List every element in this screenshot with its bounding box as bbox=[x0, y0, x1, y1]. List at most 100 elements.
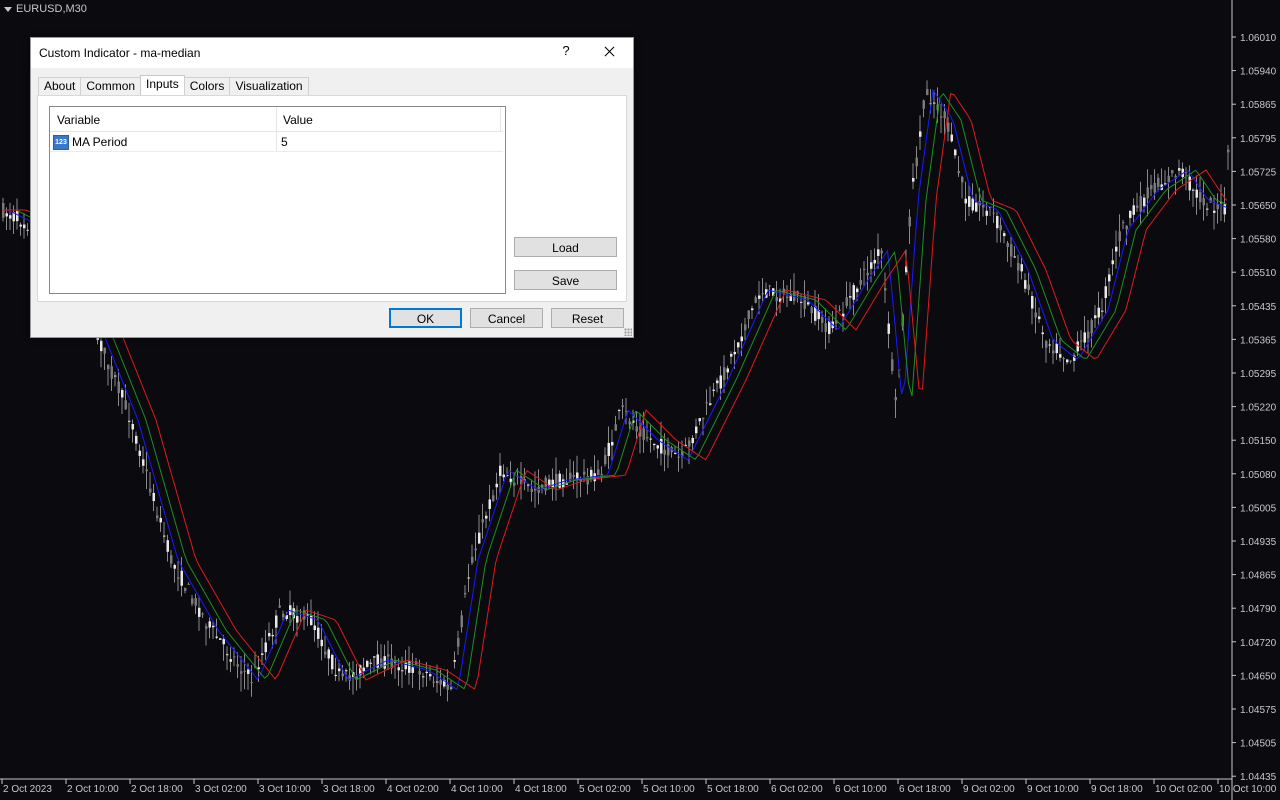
chart-symbol-label[interactable]: EURUSD,M30 bbox=[4, 3, 87, 15]
candle-body bbox=[268, 633, 271, 637]
candle-body bbox=[107, 364, 110, 370]
price-label: 1.05725 bbox=[1240, 167, 1277, 178]
candle-body bbox=[488, 499, 491, 509]
candle-body bbox=[1052, 350, 1055, 354]
candle-body bbox=[1013, 256, 1016, 258]
save-button[interactable]: Save bbox=[514, 270, 617, 290]
tab-about[interactable]: About bbox=[38, 77, 82, 95]
candle-body bbox=[1125, 225, 1128, 230]
candle-body bbox=[1020, 264, 1023, 272]
column-header-variable[interactable]: Variable bbox=[57, 113, 100, 127]
column-header-value[interactable]: Value bbox=[283, 113, 313, 127]
candle-body bbox=[653, 443, 656, 446]
candle-body bbox=[849, 296, 852, 298]
close-icon[interactable] bbox=[599, 42, 621, 62]
candle-body bbox=[758, 295, 761, 299]
candle-body bbox=[163, 535, 166, 537]
candle-body bbox=[656, 445, 659, 449]
candle-body bbox=[341, 673, 344, 677]
tab-common[interactable]: Common bbox=[80, 77, 142, 95]
candle-body bbox=[425, 671, 428, 674]
tab-inputs[interactable]: Inputs bbox=[140, 75, 185, 96]
candle-body bbox=[674, 453, 677, 455]
dialog-titlebar[interactable]: Custom Indicator - ma-median ? bbox=[31, 38, 633, 68]
candle-body bbox=[856, 288, 859, 293]
column-divider[interactable] bbox=[276, 107, 277, 131]
candle-body bbox=[555, 473, 558, 487]
price-label: 1.05940 bbox=[1240, 67, 1277, 78]
column-divider[interactable] bbox=[500, 107, 501, 131]
candle-body bbox=[730, 353, 733, 357]
candle-body bbox=[926, 89, 929, 96]
candle-body bbox=[530, 488, 533, 492]
candle-body bbox=[688, 440, 691, 447]
time-label: 3 Oct 10:00 bbox=[259, 784, 311, 795]
candle-body bbox=[866, 272, 869, 276]
time-label: 2 Oct 2023 bbox=[3, 784, 52, 795]
candle-body bbox=[485, 515, 488, 519]
tab-bar: About Common Inputs Colors Visualization bbox=[38, 75, 309, 96]
table-row[interactable]: 123 MA Period 5 bbox=[50, 132, 503, 152]
candle-body bbox=[149, 488, 152, 493]
candle-body bbox=[240, 671, 243, 674]
candle-body bbox=[873, 259, 876, 264]
price-label: 1.05005 bbox=[1240, 503, 1277, 514]
candle-body bbox=[1143, 197, 1146, 207]
candle-body bbox=[908, 216, 911, 227]
candle-body bbox=[1202, 198, 1205, 206]
cancel-button[interactable]: Cancel bbox=[470, 308, 543, 328]
candle-body bbox=[975, 202, 978, 212]
inputs-table[interactable]: Variable Value 123 MA Period 5 bbox=[49, 106, 506, 294]
candle-body bbox=[572, 475, 575, 477]
tab-visualization[interactable]: Visualization bbox=[229, 77, 309, 95]
price-label: 1.05435 bbox=[1240, 302, 1277, 313]
candle-body bbox=[1097, 307, 1100, 318]
candle-body bbox=[334, 674, 337, 677]
candle-body bbox=[1080, 340, 1083, 342]
price-axis: 1.06010 1.05940 1.05865 1.05795 1.05725 1.056… bbox=[1232, 33, 1277, 783]
variable-value[interactable]: 5 bbox=[281, 135, 288, 149]
candle-body bbox=[919, 131, 922, 137]
candle-body bbox=[1139, 196, 1142, 212]
candle-body bbox=[208, 621, 211, 628]
resize-grip-icon[interactable] bbox=[624, 328, 632, 336]
candle-body bbox=[478, 532, 481, 544]
tab-colors[interactable]: Colors bbox=[183, 77, 231, 95]
candle-body bbox=[982, 204, 985, 208]
load-button[interactable]: Load bbox=[514, 237, 617, 257]
candle-body bbox=[1069, 360, 1072, 362]
chevron-down-icon[interactable] bbox=[4, 6, 12, 12]
price-label: 1.04865 bbox=[1240, 571, 1277, 582]
candle-body bbox=[1045, 341, 1048, 348]
candle-body bbox=[1115, 246, 1118, 252]
candle-body bbox=[205, 626, 208, 629]
candle-body bbox=[1090, 320, 1093, 334]
candle-body bbox=[894, 396, 897, 401]
candle-body bbox=[198, 607, 201, 617]
candle-body bbox=[646, 437, 649, 439]
ok-button[interactable]: OK bbox=[389, 308, 462, 328]
candle-body bbox=[152, 492, 155, 502]
candle-body bbox=[912, 177, 915, 182]
price-label: 1.06010 bbox=[1240, 33, 1277, 44]
candle-body bbox=[460, 615, 463, 628]
candle-body bbox=[1118, 231, 1121, 242]
candle-body bbox=[324, 651, 327, 655]
time-label: 5 Oct 18:00 bbox=[707, 784, 759, 795]
price-label: 1.04575 bbox=[1240, 705, 1277, 716]
reset-button[interactable]: Reset bbox=[551, 308, 624, 328]
candle-body bbox=[502, 474, 505, 478]
candle-body bbox=[117, 381, 120, 394]
candle-body bbox=[124, 400, 127, 410]
candle-body bbox=[747, 310, 750, 320]
candle-body bbox=[275, 615, 278, 628]
candle-body bbox=[1101, 310, 1104, 312]
time-label: 6 Oct 18:00 bbox=[899, 784, 951, 795]
candle-body bbox=[100, 340, 103, 352]
candle-body bbox=[1132, 205, 1135, 215]
candle-body bbox=[1188, 176, 1191, 191]
candle-body bbox=[222, 639, 225, 645]
candle-body bbox=[821, 317, 824, 323]
candle-body bbox=[166, 540, 169, 552]
help-button[interactable]: ? bbox=[559, 43, 573, 61]
